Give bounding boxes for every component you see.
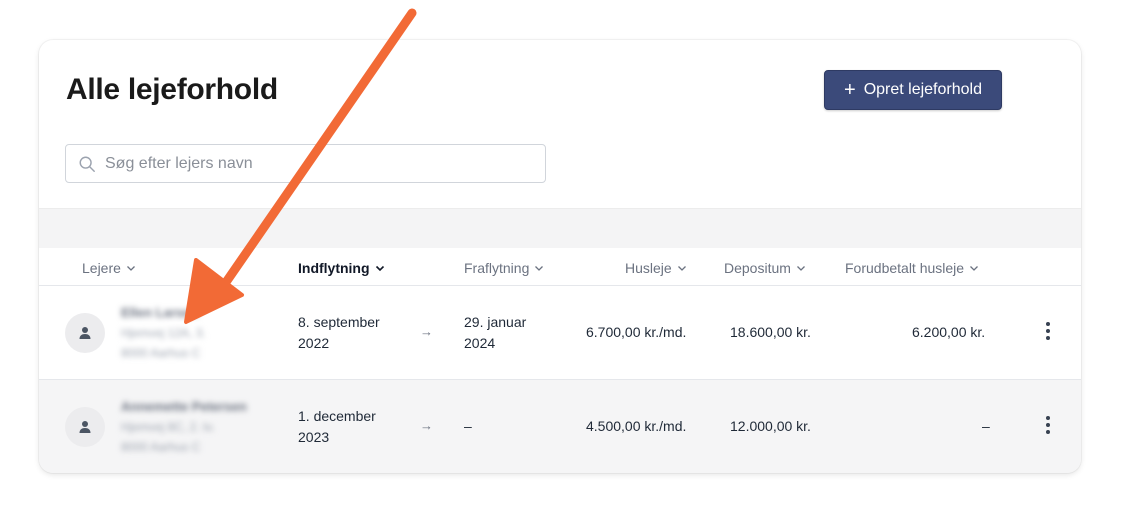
avatar [65,407,105,447]
tenancies-card: Alle lejeforhold + Opret lejeforhold Lej… [39,40,1081,473]
column-prepaid-rent[interactable]: Forudbetalt husleje [845,260,979,276]
more-vertical-icon[interactable] [1043,321,1053,341]
chevron-down-icon [677,266,686,271]
search-box[interactable] [65,144,546,183]
table-row[interactable]: Ellen Larsen Hjemvej 12A, 3. 8000 Aarhus… [39,286,1081,380]
move-in-date-year: 2022 [298,335,330,351]
tenant-info: Annemette Petersen Hjemvej 8C, 2. tv. 80… [121,397,247,457]
move-out-date-day: – [464,418,472,434]
move-out-date: – [464,416,472,437]
chevron-down-icon [970,266,979,271]
move-out-date: 29. januar 2024 [464,312,526,354]
tenant-name: Ellen Larsen [121,305,199,320]
arrow-right-icon: → [420,418,433,433]
move-out-date-day: 29. januar [464,314,527,330]
arrow-right-icon: → [420,324,433,339]
rent-value: 4.500,00 kr./md. [586,418,687,434]
chevron-down-icon [535,266,544,271]
move-in-date-day: 8. september [298,314,380,330]
column-deposit[interactable]: Depositum [724,260,806,276]
more-vertical-icon[interactable] [1043,415,1053,435]
chevron-down-icon [375,265,384,272]
move-in-date: 8. september 2022 [298,312,380,354]
column-rent-label: Husleje [625,260,672,276]
column-move-out-label: Fraflytning [464,260,530,276]
chevron-down-icon [796,266,805,271]
prepaid-rent-value: 6.200,00 kr. [912,324,986,340]
filter-band [39,208,1081,248]
tenant-city: 8000 Aarhus C [121,346,201,360]
chevron-down-icon [126,266,135,271]
plus-icon: + [844,79,856,101]
column-move-in[interactable]: Indflytning [298,260,385,276]
column-deposit-label: Depositum [724,260,791,276]
column-move-out[interactable]: Fraflytning [464,260,544,276]
search-icon [79,156,95,172]
move-out-date-year: 2024 [464,335,496,351]
user-icon [79,327,91,339]
prepaid-rent-value: – [982,418,990,434]
create-tenancy-label: Opret lejeforhold [863,81,982,98]
rent-value: 6.700,00 kr./md. [586,324,687,340]
tenant-info: Ellen Larsen Hjemvej 12A, 3. 8000 Aarhus… [121,303,206,363]
page-title: Alle lejeforhold [66,73,278,106]
column-move-in-label: Indflytning [298,260,370,276]
deposit-value: 12.000,00 kr. [730,418,811,434]
move-in-date: 1. december 2023 [298,406,376,448]
column-prepaid-rent-label: Forudbetalt husleje [845,260,965,276]
table-row[interactable]: Annemette Petersen Hjemvej 8C, 2. tv. 80… [39,380,1081,473]
avatar [65,313,105,353]
tenant-address: Hjemvej 8C, 2. tv. [121,420,215,434]
user-icon [79,421,91,433]
column-tenant-label: Lejere [82,260,121,276]
table-header: Lejere Indflytning Fraflytning Husleje D… [39,248,1081,286]
move-in-date-day: 1. december [298,408,376,424]
column-tenant[interactable]: Lejere [82,260,136,276]
tenant-city: 8000 Aarhus C [121,440,201,454]
tenant-name: Annemette Petersen [121,399,247,414]
create-tenancy-button[interactable]: + Opret lejeforhold [824,70,1002,110]
search-input[interactable] [105,154,525,173]
deposit-value: 18.600,00 kr. [730,324,811,340]
move-in-date-year: 2023 [298,429,330,445]
tenant-address: Hjemvej 12A, 3. [121,326,206,340]
column-rent[interactable]: Husleje [625,260,687,276]
